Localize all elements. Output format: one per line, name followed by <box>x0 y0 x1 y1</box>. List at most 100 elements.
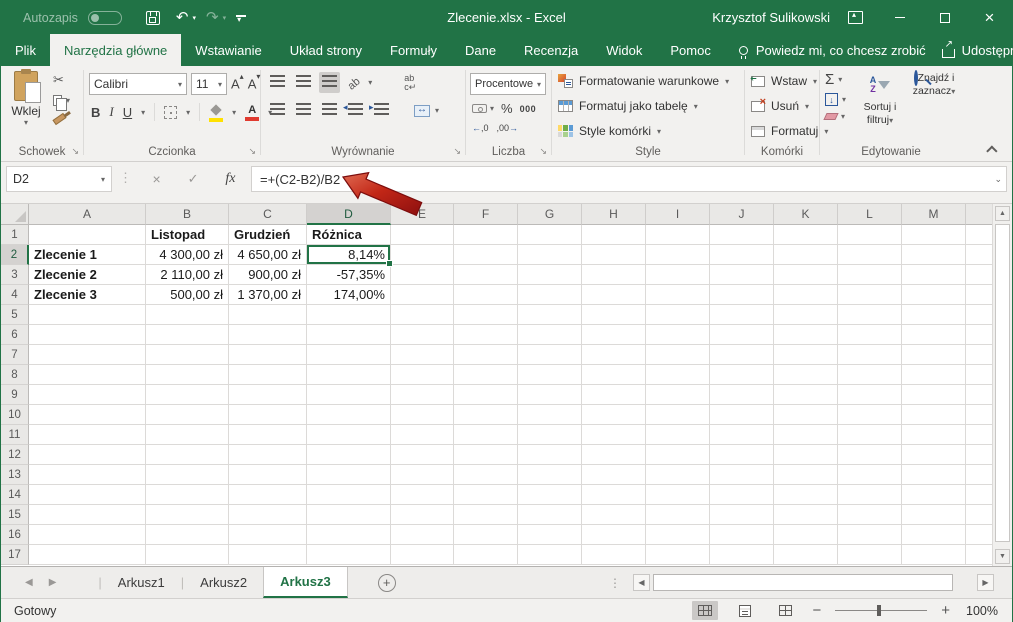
cell-L6[interactable] <box>838 325 902 345</box>
user-name[interactable]: Krzysztof Sulikowski <box>712 10 830 25</box>
cell-I5[interactable] <box>646 305 710 325</box>
cell-D12[interactable] <box>307 445 391 465</box>
cell-B13[interactable] <box>146 465 229 485</box>
paste-dropdown-icon[interactable]: ▾ <box>5 118 47 127</box>
horizontal-scroll-thumb[interactable] <box>653 574 953 591</box>
cell-E1[interactable] <box>391 225 454 245</box>
cell-J10[interactable] <box>710 405 774 425</box>
row-header-11[interactable]: 11 <box>1 425 29 445</box>
cell-K8[interactable] <box>774 365 838 385</box>
orientation-dropdown-icon[interactable]: ▾ <box>368 78 372 87</box>
tabbar-splitter-icon[interactable]: ⋮ <box>609 576 621 590</box>
cell-B2[interactable]: 4 300,00 zł <box>146 245 229 265</box>
row-header-7[interactable]: 7 <box>1 345 29 365</box>
tell-me-box[interactable]: Powiedz mi, co chcesz zrobić <box>739 34 926 66</box>
cell-B6[interactable] <box>146 325 229 345</box>
cell-I6[interactable] <box>646 325 710 345</box>
cell-G8[interactable] <box>518 365 582 385</box>
cell-K3[interactable] <box>774 265 838 285</box>
normal-view-button[interactable] <box>692 601 718 620</box>
cell-B9[interactable] <box>146 385 229 405</box>
cell-H15[interactable] <box>582 505 646 525</box>
cell-C6[interactable] <box>229 325 307 345</box>
new-sheet-icon[interactable]: + <box>378 574 396 592</box>
cell-M14[interactable] <box>902 485 966 505</box>
cell-D10[interactable] <box>307 405 391 425</box>
cell-partial14[interactable] <box>966 485 994 505</box>
sheet-nav-right-icon[interactable]: ▶ <box>49 577 57 588</box>
cell-partial13[interactable] <box>966 465 994 485</box>
sheet-tab-arkusz3[interactable]: Arkusz3 <box>263 567 348 598</box>
cell-E5[interactable] <box>391 305 454 325</box>
cell-F9[interactable] <box>454 385 518 405</box>
format-cells-button[interactable]: Formatuj▾ <box>751 124 828 138</box>
cell-H7[interactable] <box>582 345 646 365</box>
cell-F6[interactable] <box>454 325 518 345</box>
cell-F11[interactable] <box>454 425 518 445</box>
zoom-slider[interactable] <box>835 610 927 611</box>
name-box[interactable]: D2 ▾ <box>6 166 112 192</box>
cell-A4[interactable]: Zlecenie 3 <box>29 285 146 305</box>
scroll-up-icon[interactable]: ▲ <box>995 206 1010 221</box>
ribbon-tab-recenzja[interactable]: Recenzja <box>510 34 592 66</box>
cell-I17[interactable] <box>646 545 710 565</box>
cell-B1[interactable]: Listopad <box>146 225 229 245</box>
cell-C3[interactable]: 900,00 zł <box>229 265 307 285</box>
ribbon-tab-układ-strony[interactable]: Układ strony <box>276 34 376 66</box>
column-header-D[interactable]: D <box>307 204 391 225</box>
undo-icon[interactable]: ↶ <box>176 10 189 25</box>
spreadsheet-grid[interactable]: ABCDEFGHIJKLM1ListopadGrudzieńRóżnica2Zl… <box>1 204 994 566</box>
cell-G12[interactable] <box>518 445 582 465</box>
cell-M17[interactable] <box>902 545 966 565</box>
cell-E16[interactable] <box>391 525 454 545</box>
share-button[interactable]: Udostępnij <box>926 34 1013 66</box>
cell-K16[interactable] <box>774 525 838 545</box>
cell-E3[interactable] <box>391 265 454 285</box>
cell-B14[interactable] <box>146 485 229 505</box>
cell-B15[interactable] <box>146 505 229 525</box>
close-button[interactable]: × <box>967 1 1012 34</box>
cell-M10[interactable] <box>902 405 966 425</box>
cell-L14[interactable] <box>838 485 902 505</box>
cell-A10[interactable] <box>29 405 146 425</box>
collapse-ribbon-icon[interactable] <box>986 145 997 156</box>
hscroll-left-icon[interactable]: ◀ <box>633 574 650 591</box>
cell-H9[interactable] <box>582 385 646 405</box>
sheet-tab-arkusz2[interactable]: Arkusz2 <box>184 567 263 598</box>
cell-partial4[interactable] <box>966 285 994 305</box>
column-header-C[interactable]: C <box>229 204 307 225</box>
cell-C5[interactable] <box>229 305 307 325</box>
cell-M7[interactable] <box>902 345 966 365</box>
number-dialog-launcher-icon[interactable]: ↘ <box>539 146 547 157</box>
cell-J9[interactable] <box>710 385 774 405</box>
cell-J14[interactable] <box>710 485 774 505</box>
cell-partial7[interactable] <box>966 345 994 365</box>
ribbon-tab-pomoc[interactable]: Pomoc <box>656 34 724 66</box>
merge-center-dropdown-icon[interactable]: ▾ <box>435 106 439 115</box>
cell-M15[interactable] <box>902 505 966 525</box>
cell-H3[interactable] <box>582 265 646 285</box>
cell-I14[interactable] <box>646 485 710 505</box>
alignment-dialog-launcher-icon[interactable]: ↘ <box>453 146 461 157</box>
cell-E12[interactable] <box>391 445 454 465</box>
cell-M12[interactable] <box>902 445 966 465</box>
cell-K13[interactable] <box>774 465 838 485</box>
fill-color-icon[interactable] <box>209 102 223 122</box>
cell-C13[interactable] <box>229 465 307 485</box>
column-header-H[interactable]: H <box>582 204 646 225</box>
cell-K14[interactable] <box>774 485 838 505</box>
cell-M16[interactable] <box>902 525 966 545</box>
cell-L2[interactable] <box>838 245 902 265</box>
vertical-scrollbar[interactable]: ▲ ▼ <box>992 204 1012 566</box>
cell-A16[interactable] <box>29 525 146 545</box>
cell-A11[interactable] <box>29 425 146 445</box>
cell-F12[interactable] <box>454 445 518 465</box>
font-color-icon[interactable]: A <box>245 104 259 121</box>
cell-L5[interactable] <box>838 305 902 325</box>
bold-button[interactable]: B <box>91 105 100 120</box>
cell-K17[interactable] <box>774 545 838 565</box>
ribbon-tab-dane[interactable]: Dane <box>451 34 510 66</box>
cell-M13[interactable] <box>902 465 966 485</box>
page-layout-view-button[interactable] <box>732 601 758 620</box>
underline-dropdown-icon[interactable]: ▾ <box>141 108 145 117</box>
